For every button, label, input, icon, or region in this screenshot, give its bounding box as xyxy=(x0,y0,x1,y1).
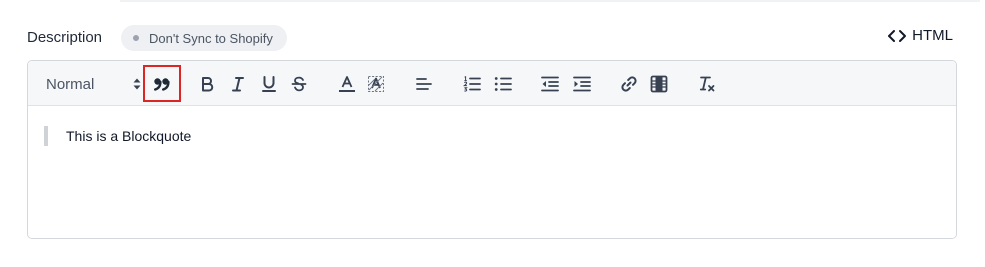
format-select[interactable]: Normal xyxy=(46,73,142,95)
rich-text-editor: Normal This is a Blockquote xyxy=(27,60,957,239)
italic-button[interactable] xyxy=(227,73,249,95)
italic-icon xyxy=(232,77,244,92)
background-color-button[interactable] xyxy=(365,73,387,95)
link-icon xyxy=(621,76,637,92)
link-button[interactable] xyxy=(618,73,640,95)
underline-button[interactable] xyxy=(258,73,280,95)
editor-content-area[interactable]: This is a Blockquote xyxy=(28,106,956,238)
field-header: Description Don't Sync to Shopify HTML xyxy=(27,25,957,51)
bullet-list-button[interactable] xyxy=(492,73,514,95)
bold-button[interactable] xyxy=(196,73,218,95)
blockquote-button[interactable] xyxy=(151,73,173,95)
strikethrough-icon xyxy=(291,76,307,92)
editor-toolbar: Normal xyxy=(28,61,956,106)
top-divider xyxy=(120,0,980,2)
clear-formatting-icon xyxy=(699,76,715,92)
text-color-button[interactable] xyxy=(336,73,358,95)
ordered-list-button[interactable] xyxy=(461,73,483,95)
clear-formatting-button[interactable] xyxy=(696,73,718,95)
code-icon xyxy=(888,29,907,42)
outdent-button[interactable] xyxy=(539,73,561,95)
bold-icon xyxy=(202,77,214,92)
html-toggle-label: HTML xyxy=(912,27,953,44)
sync-status-badge[interactable]: Don't Sync to Shopify xyxy=(121,25,287,51)
html-toggle-button[interactable]: HTML xyxy=(887,27,953,44)
indent-button[interactable] xyxy=(571,73,593,95)
sync-badge-label: Don't Sync to Shopify xyxy=(149,30,273,46)
quote-icon xyxy=(154,78,170,91)
description-label: Description xyxy=(27,29,103,46)
strikethrough-button[interactable] xyxy=(288,73,310,95)
select-arrows-icon xyxy=(133,78,141,90)
indent-icon xyxy=(573,76,591,92)
align-left-icon xyxy=(416,78,432,90)
film-icon xyxy=(650,75,668,93)
align-button[interactable] xyxy=(413,73,435,95)
format-select-value: Normal xyxy=(46,75,95,93)
text-color-icon xyxy=(339,76,355,92)
status-dot-icon xyxy=(133,35,139,41)
video-button[interactable] xyxy=(648,73,670,95)
blockquote: This is a Blockquote xyxy=(44,126,191,146)
ordered-list-icon xyxy=(463,76,481,92)
background-color-icon xyxy=(368,76,384,92)
underline-icon xyxy=(262,76,276,92)
outdent-icon xyxy=(541,76,559,92)
bullet-list-icon xyxy=(494,77,512,91)
